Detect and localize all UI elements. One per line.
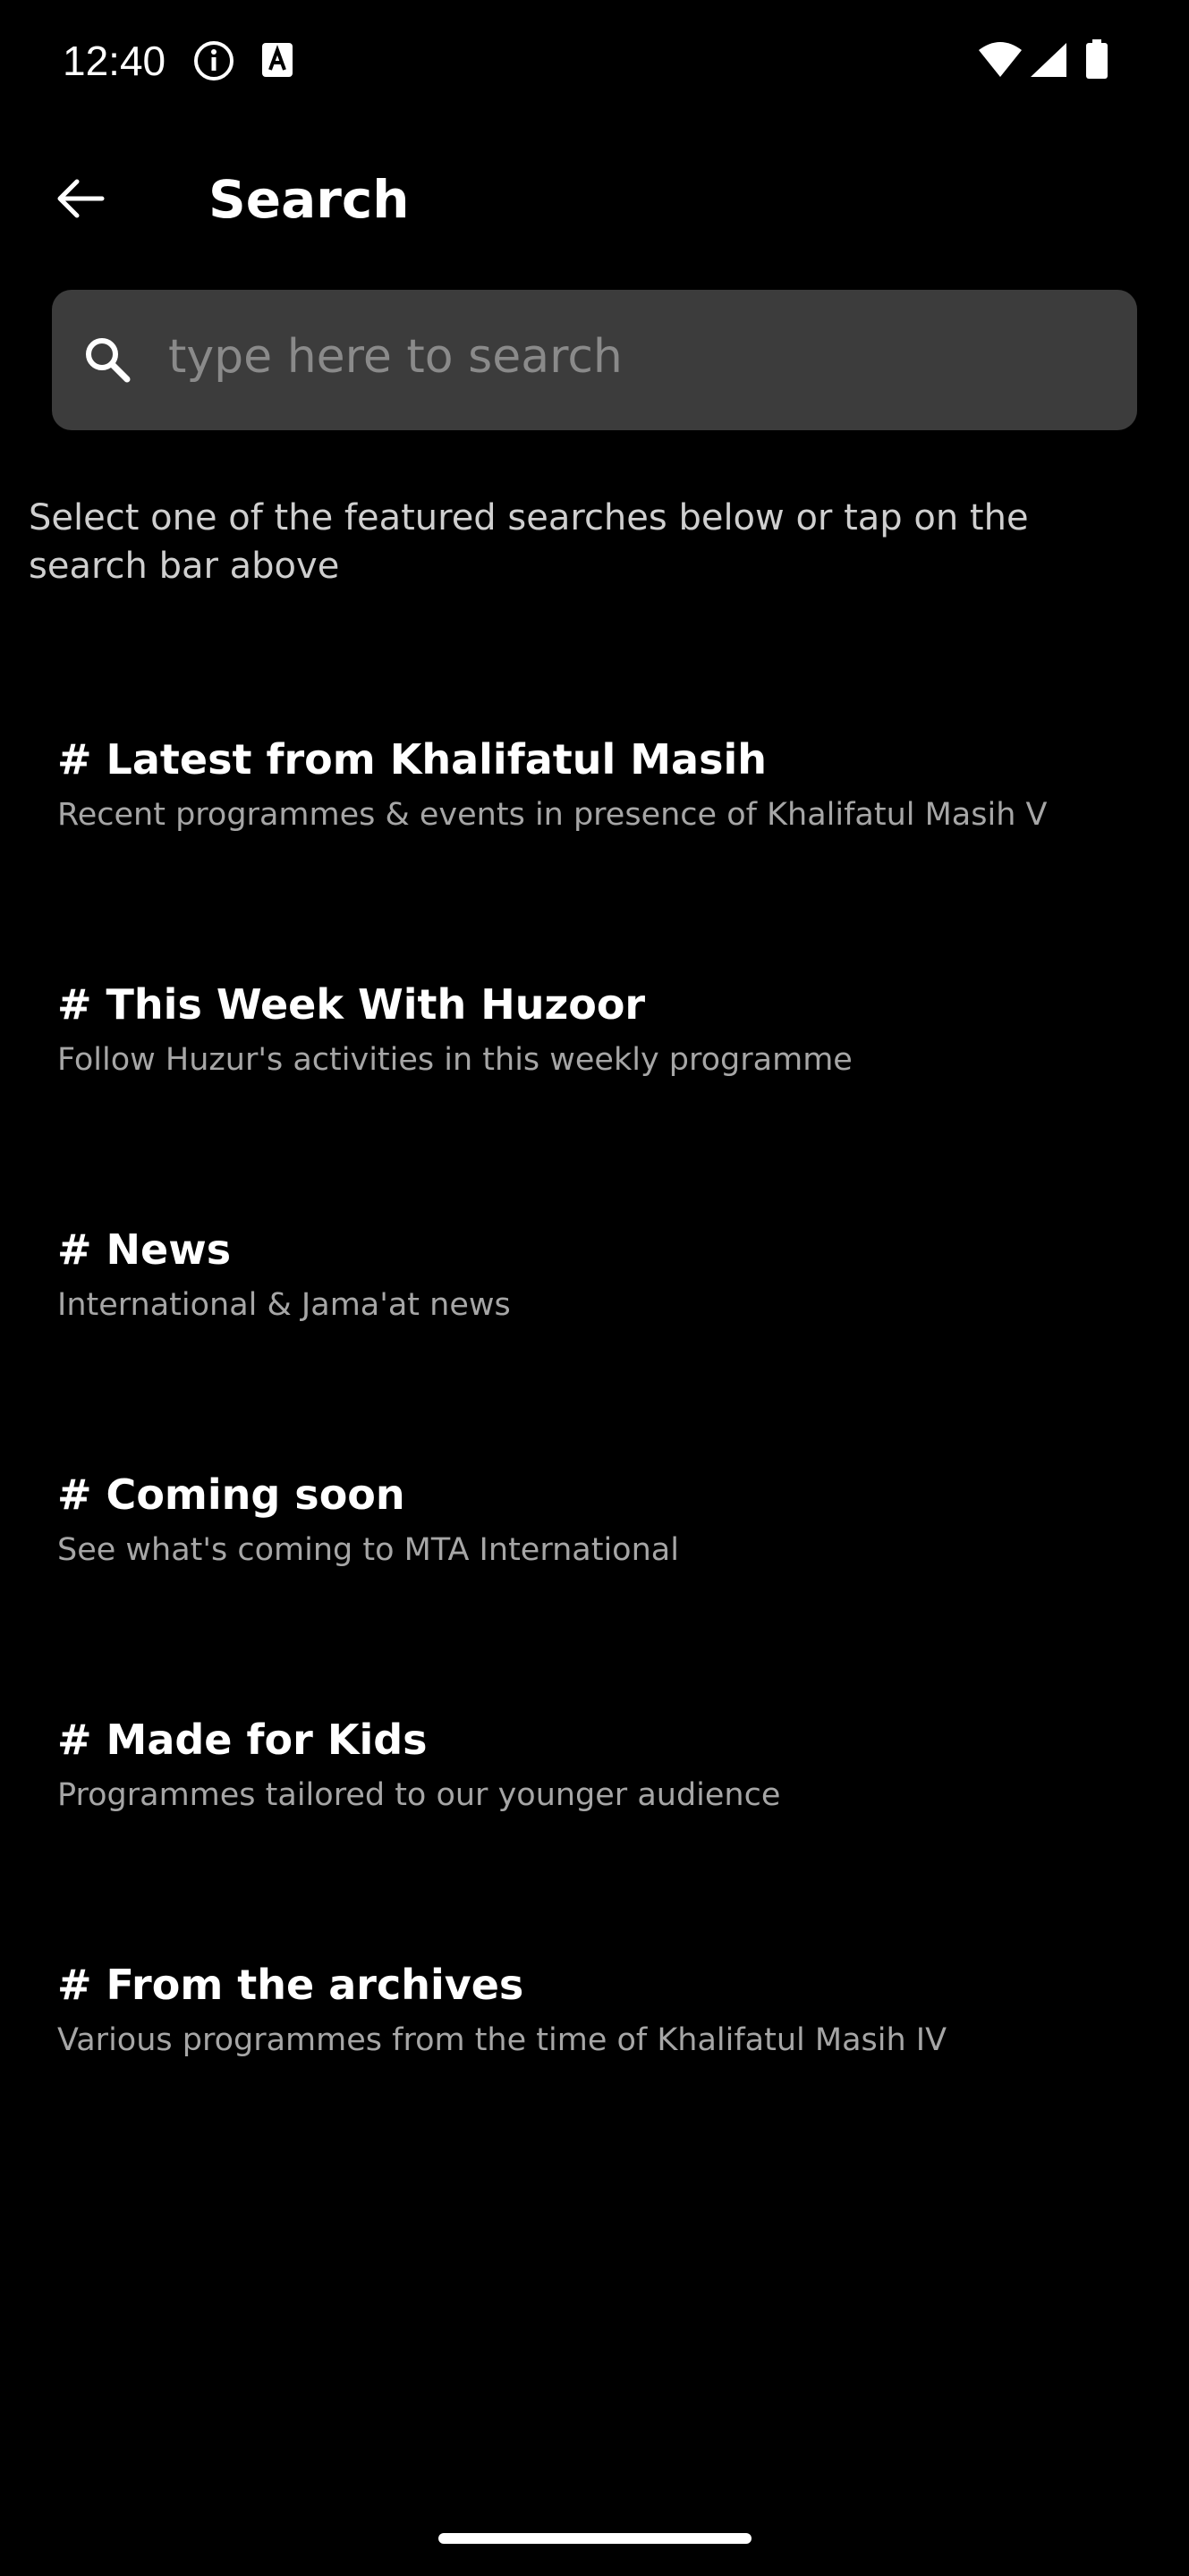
back-button[interactable] [45, 163, 116, 234]
featured-item-title: # This Week With Huzoor [57, 980, 646, 1029]
intro-text: Select one of the featured searches belo… [29, 497, 1029, 587]
featured-item-subtitle: Follow Huzur's activities in this weekly… [57, 1042, 853, 1078]
search-input[interactable] [168, 317, 1099, 397]
featured-item-subtitle: International & Jama'at news [57, 1287, 511, 1323]
featured-item-title: # Latest from Khalifatul Masih [57, 735, 767, 784]
featured-item-subtitle: Recent programmes & events in presence o… [57, 797, 1048, 833]
page-title: Search [208, 169, 410, 230]
wifi-icon [979, 42, 1022, 77]
info-icon [194, 41, 234, 80]
arrow-left-icon [57, 179, 105, 218]
featured-item-news[interactable]: # News International & Jama'at news [0, 1206, 1189, 1411]
featured-item-subtitle: See what's coming to MTA International [57, 1532, 679, 1568]
featured-item-from-the-archives[interactable]: # From the archives Various programmes f… [0, 1941, 1189, 2147]
featured-item-latest-from-khalifatul-masih[interactable]: # Latest from Khalifatul Masih Recent pr… [0, 716, 1189, 921]
home-indicator[interactable] [438, 2533, 752, 2544]
featured-item-this-week-with-huzoor[interactable]: # This Week With Huzoor Follow Huzur's a… [0, 961, 1189, 1166]
featured-item-title: # News [57, 1225, 232, 1274]
search-bar[interactable] [52, 290, 1137, 430]
a-badge-icon [262, 43, 293, 77]
status-bar: 12:40 [0, 0, 1189, 118]
featured-item-coming-soon[interactable]: # Coming soon See what's coming to MTA I… [0, 1451, 1189, 1657]
signal-icon [1031, 43, 1066, 77]
featured-item-title: # Coming soon [57, 1470, 405, 1519]
featured-item-title: # From the archives [57, 1961, 524, 2009]
featured-item-title: # Made for Kids [57, 1716, 428, 1764]
featured-item-subtitle: Programmes tailored to our younger audie… [57, 1777, 781, 1813]
featured-item-made-for-kids[interactable]: # Made for Kids Programmes tailored to o… [0, 1696, 1189, 1902]
featured-item-subtitle: Various programmes from the time of Khal… [57, 2022, 947, 2058]
status-time: 12:40 [63, 38, 166, 84]
search-icon [86, 338, 131, 383]
battery-icon [1086, 39, 1108, 79]
